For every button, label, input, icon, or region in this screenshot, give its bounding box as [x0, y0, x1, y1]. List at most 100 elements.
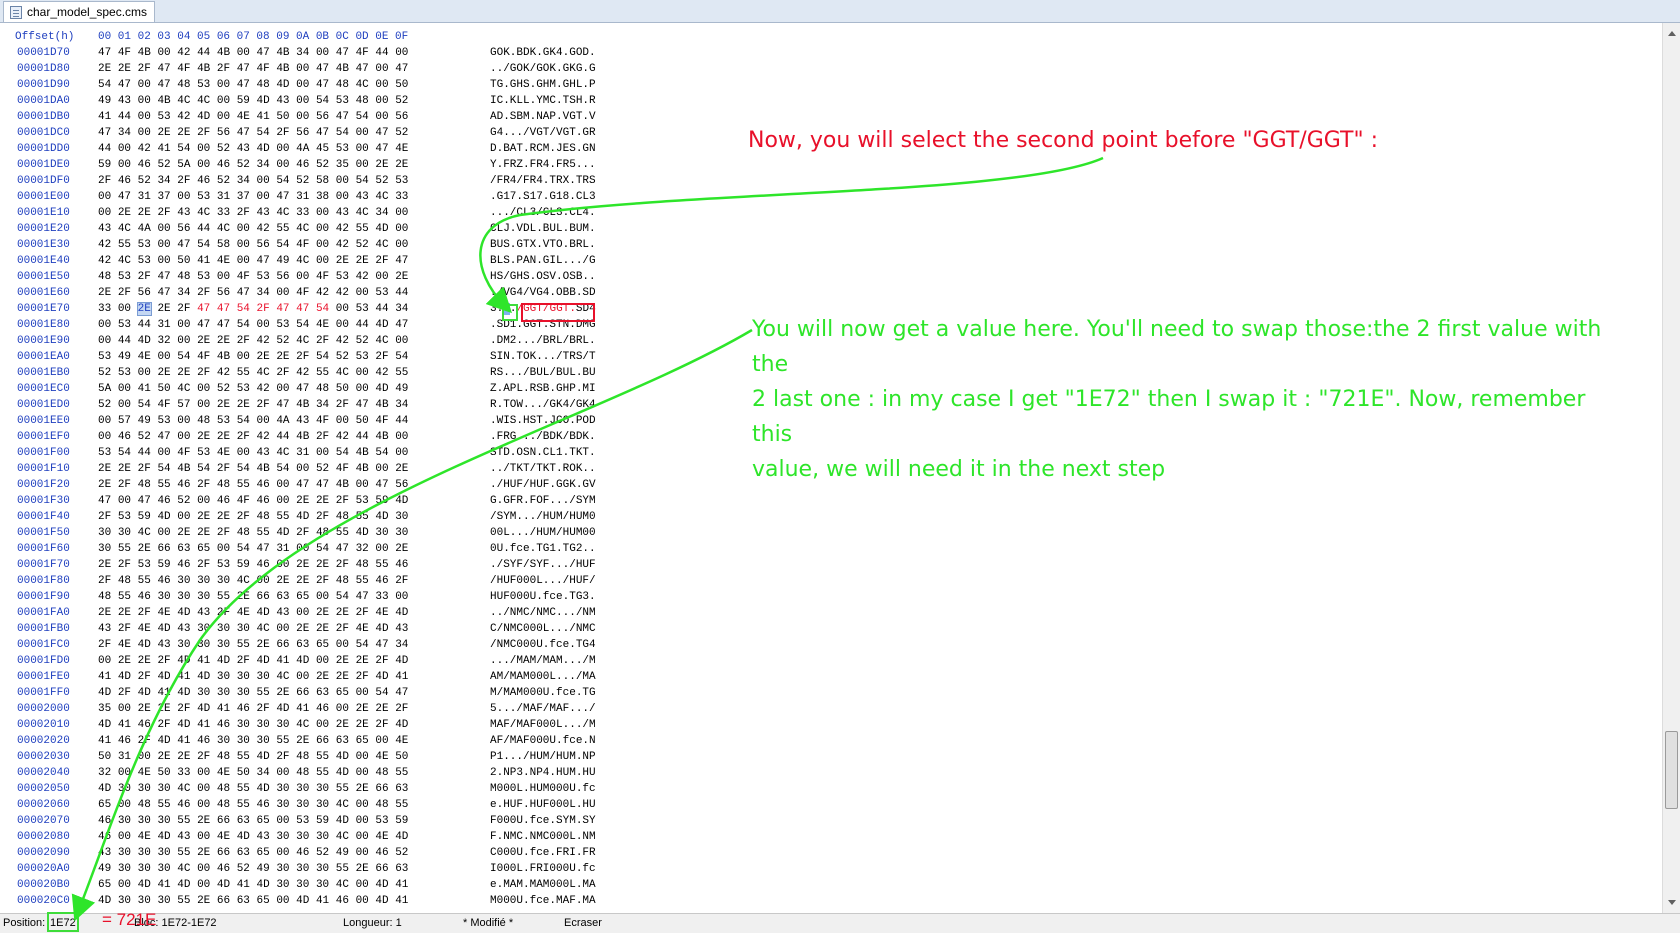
hex-byte[interactable]: 2E: [395, 543, 408, 555]
hex-byte[interactable]: 58: [217, 239, 230, 251]
hex-byte[interactable]: 47: [157, 63, 170, 75]
hex-byte[interactable]: 55: [157, 479, 170, 491]
hex-byte[interactable]: 00: [375, 463, 388, 475]
hex-byte[interactable]: 53: [276, 319, 289, 331]
hex-byte[interactable]: 41: [177, 735, 190, 747]
hex-byte[interactable]: 4E: [138, 831, 151, 843]
hex-byte[interactable]: 46: [375, 575, 388, 587]
hex-byte[interactable]: 52: [138, 431, 151, 443]
hex-byte[interactable]: 48: [356, 95, 369, 107]
hex-byte[interactable]: 2E: [177, 527, 190, 539]
hex-byte[interactable]: 42: [375, 367, 388, 379]
hex-byte[interactable]: 4B: [276, 63, 289, 75]
hex-byte[interactable]: 43: [197, 607, 210, 619]
row-hex-bytes[interactable]: 2E 2E 2F 54 4B 54 2F 54 4B 54 00 52 4F 4…: [98, 463, 408, 475]
hex-byte[interactable]: 47: [197, 303, 210, 315]
hex-byte[interactable]: 66: [157, 543, 170, 555]
hex-byte[interactable]: 50: [356, 415, 369, 427]
hex-byte[interactable]: 46: [217, 159, 230, 171]
hex-byte[interactable]: 56: [395, 479, 408, 491]
hex-byte[interactable]: 34: [257, 159, 270, 171]
row-hex-bytes[interactable]: 47 4F 4B 00 42 44 4B 00 47 4B 34 00 47 4…: [98, 47, 408, 59]
row-ascii[interactable]: I000L.FRI000U.fc: [490, 863, 596, 875]
hex-byte[interactable]: 55: [316, 767, 329, 779]
hex-byte[interactable]: 49: [276, 255, 289, 267]
hex-byte[interactable]: 4B: [356, 447, 369, 459]
hex-byte[interactable]: 4F: [237, 271, 250, 283]
hex-byte[interactable]: 4D: [375, 511, 388, 523]
hex-byte[interactable]: 54: [356, 111, 369, 123]
hex-byte[interactable]: 4C: [375, 191, 388, 203]
hex-byte[interactable]: 49: [118, 351, 131, 363]
hex-byte[interactable]: 30: [157, 783, 170, 795]
hex-byte[interactable]: 42: [257, 431, 270, 443]
hex-byte[interactable]: 55: [177, 895, 190, 907]
hex-byte[interactable]: 00: [375, 111, 388, 123]
hex-byte[interactable]: 2E: [237, 399, 250, 411]
hex-byte[interactable]: 2F: [118, 287, 131, 299]
hex-byte[interactable]: 2E: [138, 207, 151, 219]
hex-byte[interactable]: 4D: [336, 815, 349, 827]
hex-byte[interactable]: 4C: [375, 239, 388, 251]
hex-byte[interactable]: 5A: [177, 159, 190, 171]
hex-byte[interactable]: 34: [118, 127, 131, 139]
hex-byte[interactable]: 33: [395, 191, 408, 203]
hex-byte[interactable]: 30: [316, 799, 329, 811]
hex-byte[interactable]: 47: [375, 127, 388, 139]
hex-byte[interactable]: 42: [316, 287, 329, 299]
hex-byte[interactable]: 47: [316, 127, 329, 139]
hex-byte[interactable]: 46: [395, 559, 408, 571]
hex-row[interactable]: 00002070 46 30 30 30 55 2E 66 63 65 00 53…: [0, 815, 640, 831]
row-ascii[interactable]: .WIS.HST.JCO.POD: [490, 415, 596, 427]
hex-byte[interactable]: 47: [118, 79, 131, 91]
hex-byte[interactable]: 00: [197, 831, 210, 843]
hex-byte[interactable]: 46: [375, 847, 388, 859]
hex-byte[interactable]: 2F: [118, 687, 131, 699]
hex-byte[interactable]: 00: [395, 239, 408, 251]
row-ascii[interactable]: ./VG4/VG4.OBB.SD: [490, 287, 596, 299]
hex-byte[interactable]: 55: [336, 863, 349, 875]
hex-byte[interactable]: 65: [98, 799, 111, 811]
hex-byte[interactable]: 4C: [296, 335, 309, 347]
hex-byte[interactable]: 2F: [197, 127, 210, 139]
row-ascii[interactable]: ../NMC/NMC.../NM: [490, 607, 596, 619]
hex-byte[interactable]: 2E: [98, 287, 111, 299]
hex-byte[interactable]: 59: [237, 95, 250, 107]
hex-byte[interactable]: 2E: [157, 703, 170, 715]
hex-byte[interactable]: 4D: [257, 783, 270, 795]
hex-byte[interactable]: 53: [118, 271, 131, 283]
hex-byte[interactable]: 2E: [157, 367, 170, 379]
hex-byte[interactable]: 43: [356, 191, 369, 203]
hex-byte[interactable]: 4C: [197, 207, 210, 219]
hex-row[interactable]: 00001E00 00 47 31 37 00 53 31 37 00 47 31…: [0, 191, 640, 207]
row-ascii[interactable]: .G17.S17.G18.CL3: [490, 191, 596, 203]
hex-byte[interactable]: 47: [98, 127, 111, 139]
hex-byte[interactable]: 52: [395, 95, 408, 107]
hex-row[interactable]: 00002000 35 00 2E 2E 2F 4D 41 46 2F 4D 41…: [0, 703, 640, 719]
hex-byte[interactable]: 30: [276, 879, 289, 891]
hex-byte[interactable]: 52: [98, 399, 111, 411]
hex-byte[interactable]: 4D: [375, 671, 388, 683]
hex-byte[interactable]: 43: [177, 623, 190, 635]
hex-byte[interactable]: 4D: [98, 687, 111, 699]
hex-byte[interactable]: 48: [177, 271, 190, 283]
hex-byte[interactable]: 00: [157, 447, 170, 459]
hex-byte[interactable]: 2F: [237, 431, 250, 443]
hex-byte[interactable]: 32: [356, 543, 369, 555]
hex-byte[interactable]: 00: [276, 287, 289, 299]
hex-byte[interactable]: 30: [316, 879, 329, 891]
hex-byte[interactable]: 4D: [217, 879, 230, 891]
hex-byte[interactable]: 42: [336, 223, 349, 235]
hex-byte[interactable]: 00: [296, 271, 309, 283]
row-hex-bytes[interactable]: 35 00 2E 2E 2F 4D 41 46 2F 4D 41 46 00 2…: [98, 703, 408, 715]
hex-byte[interactable]: 53: [395, 175, 408, 187]
hex-byte[interactable]: 00: [316, 207, 329, 219]
row-hex-bytes[interactable]: 00 47 31 37 00 53 31 37 00 47 31 38 00 4…: [98, 191, 408, 203]
row-hex-bytes[interactable]: 59 00 46 52 5A 00 46 52 34 00 46 52 35 0…: [98, 159, 408, 171]
hex-byte[interactable]: 46: [138, 591, 151, 603]
hex-byte[interactable]: 2E: [257, 351, 270, 363]
row-hex-bytes[interactable]: 49 43 00 4B 4C 4C 00 59 4D 43 00 54 53 4…: [98, 95, 408, 107]
row-ascii[interactable]: BUS.GTX.VTO.BRL.: [490, 239, 596, 251]
hex-byte[interactable]: 56: [316, 111, 329, 123]
hex-byte[interactable]: 47: [356, 63, 369, 75]
